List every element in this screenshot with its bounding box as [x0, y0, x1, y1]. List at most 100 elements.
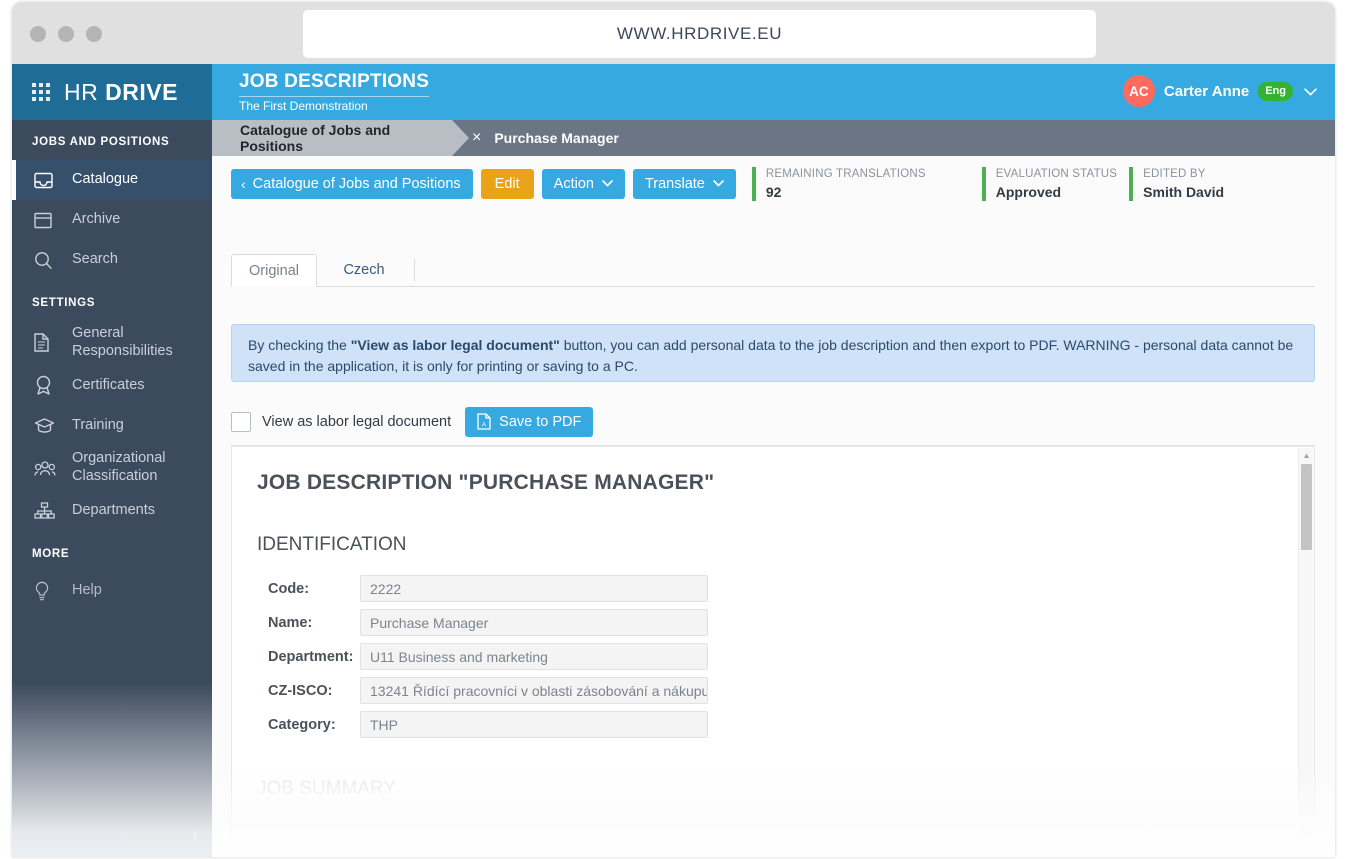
browser-window: WWW.HRDRIVE.EU HR DRIVE JOBS AND POSITIO… [12, 2, 1335, 857]
info-banner-bold: "View as labor legal document" [351, 337, 560, 353]
sidebar-item-label: Departments [72, 502, 155, 520]
translate-dropdown-button[interactable]: Translate [633, 169, 736, 199]
language-tabs: Original Czech [231, 286, 1315, 287]
department-field[interactable]: U11 Business and marketing [360, 643, 708, 670]
action-dropdown-button[interactable]: Action [542, 169, 625, 199]
meta-label: REMAINING TRANSLATIONS [766, 167, 926, 183]
sidebar-item-departments[interactable]: Departments [12, 491, 212, 531]
brand-name-bold: DRIVE [105, 79, 178, 105]
search-icon [34, 249, 60, 271]
browser-titlebar: WWW.HRDRIVE.EU [12, 2, 1335, 64]
back-button-label: Catalogue of Jobs and Positions [253, 176, 461, 192]
brand-text: HR DRIVE [64, 79, 178, 106]
sidebar-item-label: Search [72, 251, 118, 269]
cz-isco-field[interactable]: 13241 Řídící pracovníci v oblasti zásobo… [360, 677, 708, 704]
field-row-cz-isco: CZ-ISCO: 13241 Řídící pracovníci v oblas… [257, 677, 1286, 704]
meta-edited-by: EDITED BY Smith David [1129, 167, 1224, 201]
info-banner: By checking the "View as labor legal doc… [231, 324, 1315, 382]
field-label: Name: [257, 615, 360, 631]
tab-original[interactable]: Original [231, 254, 317, 287]
sidebar-section-more: MORE [12, 531, 212, 571]
save-to-pdf-button[interactable]: A Save to PDF [465, 407, 593, 437]
workspace-tab-catalogue[interactable]: Catalogue of Jobs and Positions [212, 120, 452, 156]
action-toolbar: ‹ Catalogue of Jobs and Positions Edit A… [212, 156, 1335, 212]
info-banner-part1: By checking the [248, 337, 351, 353]
workspace-tab-purchase-manager[interactable]: × Purchase Manager [464, 120, 619, 156]
field-row-code: Code: 2222 [257, 575, 1286, 602]
user-name: Carter Anne [1164, 83, 1249, 100]
page-subtitle: The First Demonstration [239, 99, 368, 113]
edit-button[interactable]: Edit [481, 169, 534, 199]
category-field[interactable]: THP [360, 711, 708, 738]
view-as-labor-legal-document-checkbox[interactable] [231, 412, 251, 432]
sidebar-item-search[interactable]: Search [12, 240, 212, 280]
chevron-down-icon[interactable] [1304, 84, 1317, 99]
sidebar-item-certificates[interactable]: Certificates [12, 365, 212, 405]
sidebar-item-organizational-classification[interactable]: Organizational Classification [12, 445, 212, 490]
inbox-icon [34, 169, 60, 191]
field-row-name: Name: Purchase Manager [257, 609, 1286, 636]
save-pdf-label: Save to PDF [499, 414, 581, 430]
workspace-tab-label: Purchase Manager [494, 130, 619, 146]
scrollbar-thumb[interactable] [1301, 464, 1312, 550]
sidebar-section-settings: SETTINGS [12, 280, 212, 320]
sidebar-item-catalogue[interactable]: Catalogue [12, 160, 212, 200]
lightbulb-icon [34, 580, 60, 602]
sidebar-item-training[interactable]: Training [12, 405, 212, 445]
avatar: AC [1123, 75, 1155, 107]
sidebar-item-label: General Responsibilities [72, 325, 200, 360]
translate-button-label: Translate [645, 176, 705, 192]
chevron-down-icon [713, 178, 724, 190]
people-group-icon [34, 457, 60, 479]
sidebar-item-label: Archive [72, 211, 120, 229]
language-badge[interactable]: Eng [1258, 82, 1293, 101]
back-to-catalogue-button[interactable]: ‹ Catalogue of Jobs and Positions [231, 169, 473, 199]
meta-value: Approved [996, 183, 1117, 201]
job-summary-text: Purchase Manager is an independent quali… [257, 815, 1286, 857]
main-content: ‹ Catalogue of Jobs and Positions Edit A… [212, 156, 1335, 857]
address-bar[interactable]: WWW.HRDRIVE.EU [303, 10, 1096, 58]
document-title: JOB DESCRIPTION "PURCHASE MANAGER" [257, 471, 1286, 495]
document-icon [34, 332, 60, 354]
brand-logo[interactable]: HR DRIVE [12, 64, 212, 120]
sidebar-collapse-button[interactable]: ‹ [12, 811, 212, 857]
sidebar-item-label: Catalogue [72, 171, 138, 189]
action-button-label: Action [554, 176, 594, 192]
document-controls: View as labor legal document A Save to P… [231, 398, 1315, 446]
tab-divider [414, 259, 415, 281]
job-summary-section: JOB SUMMARY Purchase Manager is an indep… [257, 778, 1286, 857]
apps-grid-icon[interactable] [32, 83, 51, 102]
meta-label: EVALUATION STATUS [996, 167, 1117, 183]
sidebar-item-label: Certificates [72, 377, 145, 395]
section-heading-job-summary: JOB SUMMARY [257, 778, 1286, 800]
meta-remaining-translations: REMAINING TRANSLATIONS 92 [752, 167, 926, 201]
field-label: Category: [257, 717, 360, 733]
field-label: CZ-ISCO: [257, 683, 360, 699]
sidebar-item-general-responsibilities[interactable]: General Responsibilities [12, 320, 212, 365]
window-maximize-dot[interactable] [86, 26, 102, 42]
chevron-down-icon [602, 178, 613, 190]
close-icon[interactable]: × [472, 129, 481, 147]
award-icon [34, 374, 60, 396]
sidebar-item-help[interactable]: Help [12, 571, 212, 611]
sidebar-item-archive[interactable]: Archive [12, 200, 212, 240]
org-chart-icon [34, 500, 60, 522]
workspace-tab-label: Catalogue of Jobs and Positions [240, 122, 452, 154]
code-field[interactable]: 2222 [360, 575, 708, 602]
field-label: Code: [257, 581, 360, 597]
chevron-left-icon: ‹ [192, 824, 198, 844]
graduation-cap-icon [34, 414, 60, 436]
tab-czech[interactable]: Czech [330, 253, 398, 286]
document-scrollbar[interactable]: ▲ ▼ [1298, 448, 1313, 857]
scrollbar-up-arrow-icon[interactable]: ▲ [1299, 448, 1314, 462]
name-field[interactable]: Purchase Manager [360, 609, 708, 636]
meta-label: EDITED BY [1143, 167, 1224, 183]
window-minimize-dot[interactable] [58, 26, 74, 42]
user-menu[interactable]: AC Carter Anne Eng [1123, 75, 1317, 107]
app-header: JOB DESCRIPTIONS The First Demonstration… [212, 64, 1335, 120]
page-title: JOB DESCRIPTIONS [239, 71, 429, 97]
brand-name-light: HR [64, 79, 98, 105]
archive-icon [34, 209, 60, 231]
window-close-dot[interactable] [30, 26, 46, 42]
scrollbar-down-arrow-icon[interactable]: ▼ [1299, 843, 1314, 857]
